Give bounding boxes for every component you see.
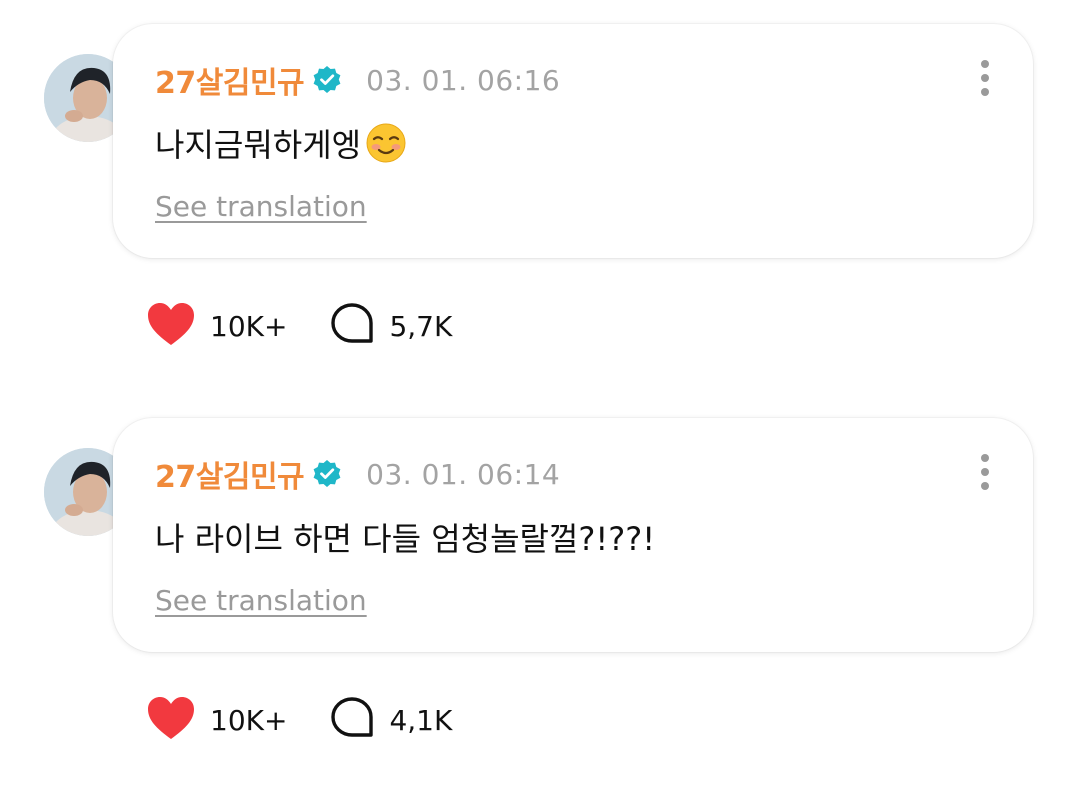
message-body: 나지금뭐하게엥	[155, 126, 362, 164]
see-translation-link[interactable]: See translation	[155, 190, 367, 223]
like-button[interactable]: 10K+	[146, 695, 287, 745]
verified-badge-icon	[312, 65, 342, 95]
heart-icon	[146, 695, 196, 745]
message-text: 나 라이브 하면 다들 엄청놀랄껄?!??!	[155, 514, 655, 560]
post-meta: 27살김민규 03. 01. 06:14	[155, 452, 561, 496]
verified-badge-icon	[312, 459, 342, 489]
timestamp: 03. 01. 06:16	[366, 63, 561, 97]
see-translation-link[interactable]: See translation	[155, 584, 367, 617]
more-vertical-icon-dot	[981, 88, 989, 96]
more-options-button[interactable]	[975, 58, 995, 98]
more-vertical-icon-dot	[981, 482, 989, 490]
comment-count: 5,7K	[389, 309, 453, 343]
message-text: 나지금뭐하게엥	[155, 120, 407, 166]
author-name[interactable]: 27살김민규	[155, 452, 305, 496]
smiling-face-emoji-icon	[365, 122, 407, 164]
more-vertical-icon-dot	[981, 74, 989, 82]
post-meta: 27살김민규 03. 01. 06:16	[155, 58, 561, 102]
more-vertical-icon-dot	[981, 468, 989, 476]
comment-bubble-icon	[329, 695, 375, 745]
heart-icon	[146, 301, 196, 351]
like-count: 10K+	[210, 703, 288, 737]
more-vertical-icon	[981, 454, 989, 462]
timestamp: 03. 01. 06:14	[366, 457, 561, 491]
post-actions: 10K+ 5,7K	[146, 302, 452, 350]
post-card: 27살김민규 03. 01. 06:16 나지금뭐하게엥 See transla…	[0, 24, 1080, 404]
post-card: 27살김민규 03. 01. 06:14 나 라이브 하면 다들 엄청놀랄껄?!…	[0, 418, 1080, 792]
comment-button[interactable]: 5,7K	[329, 301, 452, 351]
comment-bubble: 27살김민규 03. 01. 06:14 나 라이브 하면 다들 엄청놀랄껄?!…	[113, 418, 1033, 652]
like-button[interactable]: 10K+	[146, 301, 287, 351]
comment-bubble: 27살김민규 03. 01. 06:16 나지금뭐하게엥 See transla…	[113, 24, 1033, 258]
more-vertical-icon	[981, 60, 989, 68]
post-actions: 10K+ 4,1K	[146, 696, 452, 744]
comment-button[interactable]: 4,1K	[329, 695, 452, 745]
more-options-button[interactable]	[975, 452, 995, 492]
comment-feed: 27살김민규 03. 01. 06:16 나지금뭐하게엥 See transla…	[0, 0, 1080, 792]
comment-bubble-icon	[329, 301, 375, 351]
like-count: 10K+	[210, 309, 288, 343]
message-body: 나 라이브 하면 다들 엄청놀랄껄?!??!	[155, 520, 656, 558]
comment-count: 4,1K	[389, 703, 453, 737]
author-name[interactable]: 27살김민규	[155, 58, 305, 102]
